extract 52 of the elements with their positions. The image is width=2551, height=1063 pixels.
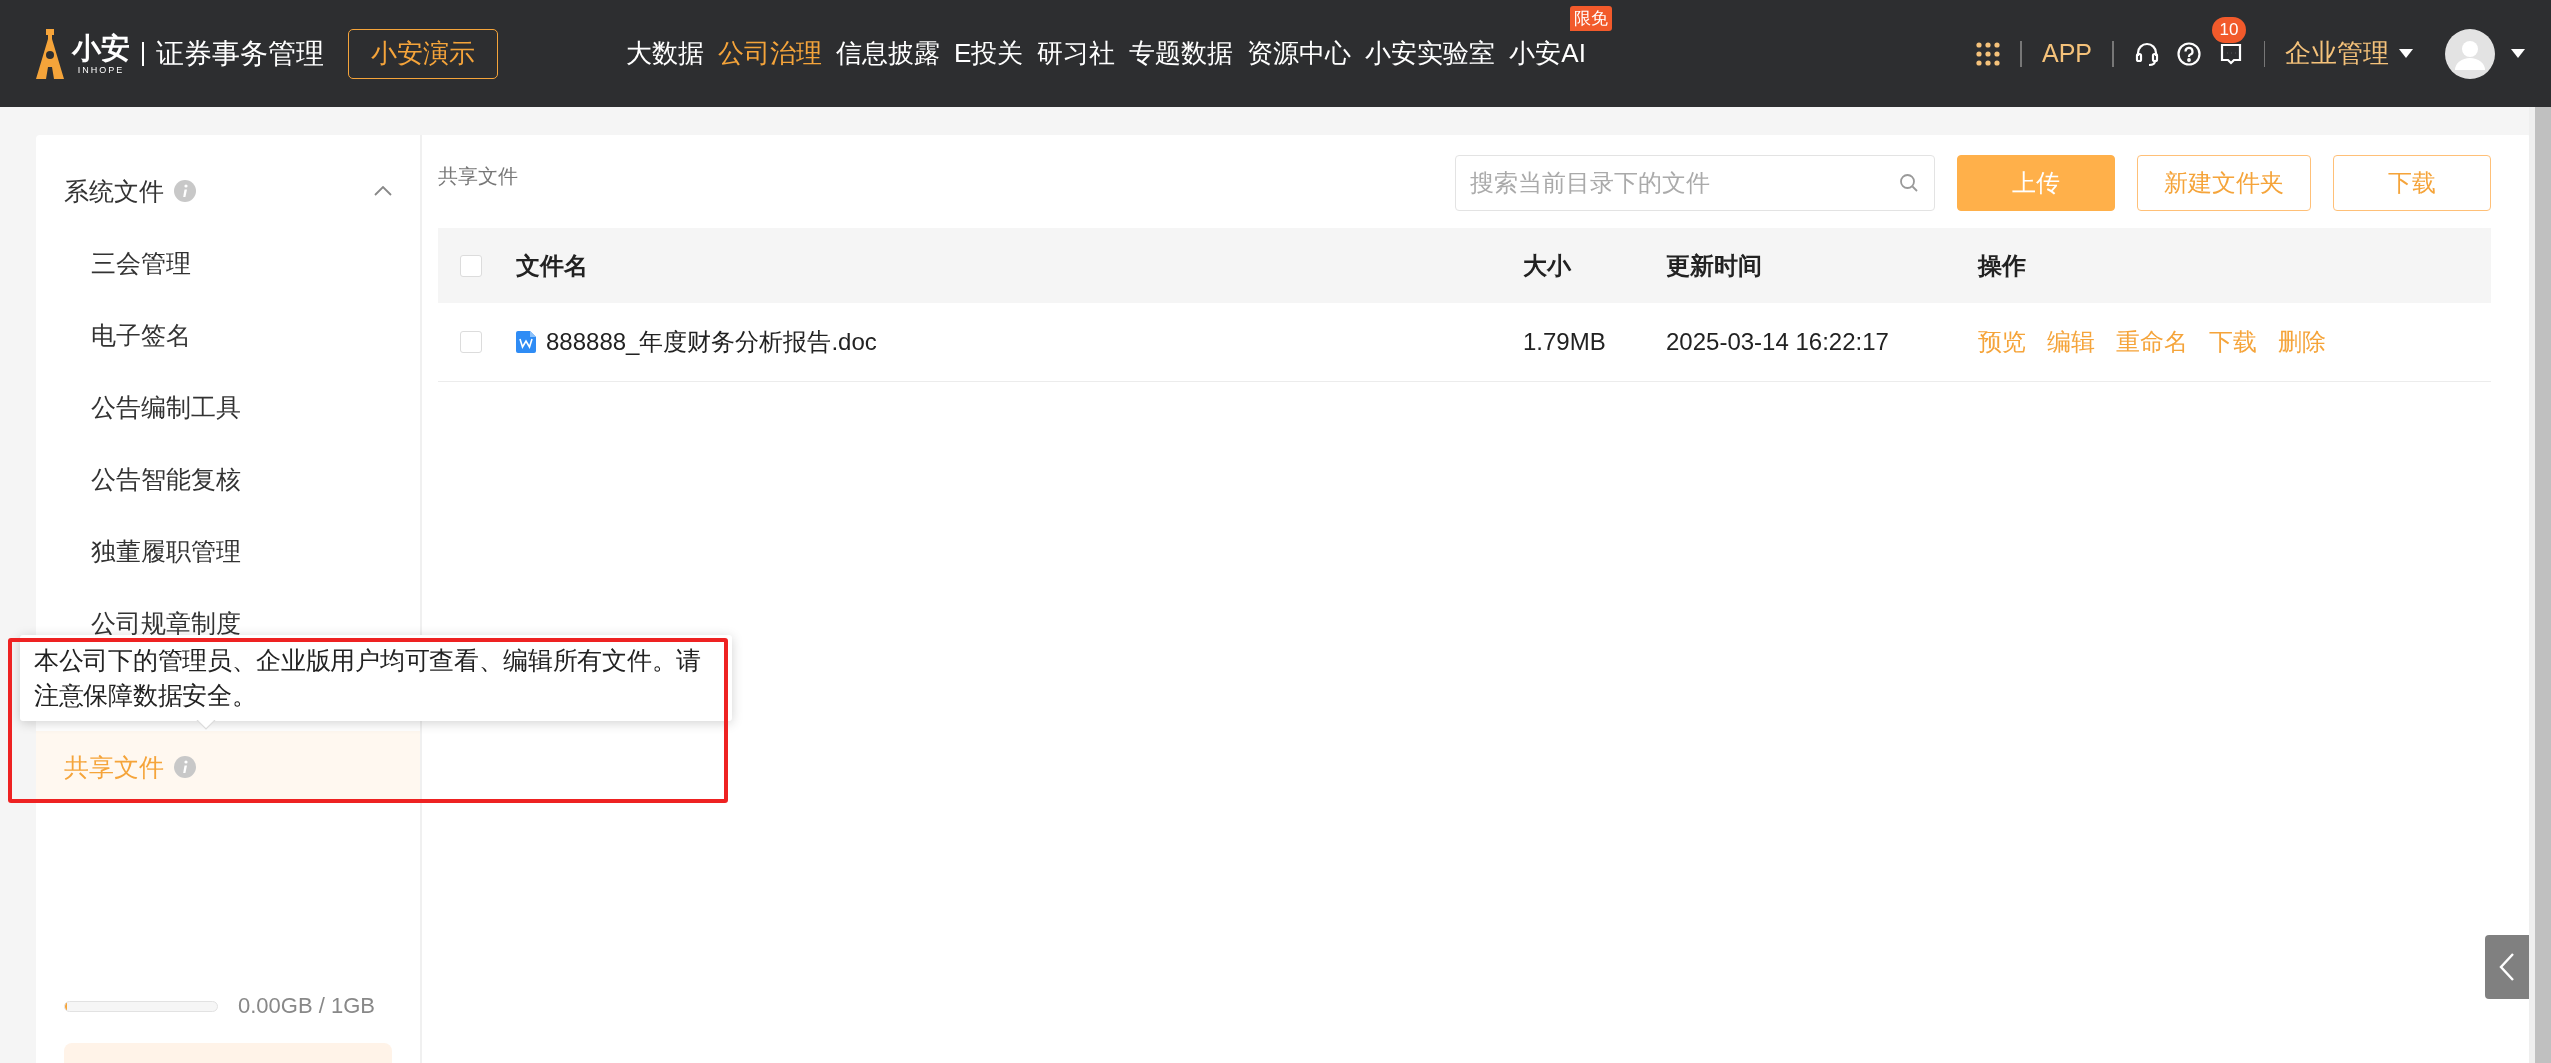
row-checkbox[interactable] <box>460 331 482 353</box>
nav-link[interactable]: 研习社 <box>1037 38 1116 68</box>
nav-link[interactable]: 专题数据 <box>1129 38 1234 68</box>
chevron-icon[interactable] <box>374 186 392 196</box>
scrollbar[interactable] <box>2529 107 2551 1063</box>
file-name[interactable]: 888888_年度财务分析报告.doc <box>546 326 877 358</box>
apps-grid-icon[interactable] <box>1976 41 2001 66</box>
column-header: 更新时间 <box>1666 250 1763 281</box>
caret-icon <box>2511 49 2525 58</box>
product-title: 证券事务管理 <box>156 36 324 71</box>
update-time: 2025-03-14 16:22:17 <box>1666 328 1890 356</box>
search-field[interactable]: 搜索当前目录下的文件 <box>1455 155 1935 211</box>
nav-link[interactable]: 小安AI <box>1509 38 1586 68</box>
nav-link[interactable]: 信息披露 <box>836 38 940 68</box>
caret-icon <box>2399 49 2413 58</box>
word-file-icon <box>516 331 536 353</box>
info-icon <box>174 180 196 202</box>
sidebar-item[interactable]: 公告智能复核 <box>36 443 420 515</box>
tooltip-pointer-icon <box>196 720 216 730</box>
notification-badge: 10 <box>2211 16 2247 43</box>
breadcrumb: 共享文件 <box>438 164 518 189</box>
nav-link[interactable]: 大数据 <box>626 38 704 68</box>
free-badge: 限免 <box>1569 6 1612 31</box>
headset-icon[interactable] <box>2133 40 2160 67</box>
nav-link[interactable]: 公司治理 <box>718 38 822 68</box>
logo-icon <box>36 28 64 79</box>
chevron-left-icon <box>2499 952 2515 982</box>
sidebar-item[interactable]: 公告编制工具 <box>36 371 420 443</box>
logo-subtitle: INHOPE <box>77 63 125 76</box>
logo-name: 小安 <box>72 31 130 64</box>
nav-link[interactable]: E投关 <box>954 38 1024 68</box>
app-link[interactable]: APP <box>2041 39 2092 68</box>
storage-reading: 0.00GB / 1GB <box>238 993 375 1019</box>
help-icon[interactable] <box>2175 40 2202 67</box>
sidebar-item[interactable]: 独董履职管理 <box>36 515 420 587</box>
sidebar-item[interactable]: 三会管理 <box>36 227 420 299</box>
demo-button[interactable]: 小安演示 <box>348 28 498 79</box>
avatar-icon[interactable] <box>2445 28 2495 79</box>
collapse-tab[interactable] <box>2485 935 2529 999</box>
sidebar-section[interactable]: 系统文件 <box>36 155 420 227</box>
org-menu[interactable]: 企业管理 <box>2285 36 2389 71</box>
info-icon <box>174 756 196 778</box>
tooltip: 本公司下的管理员、企业版用户均可查看、编辑所有文件。请注意保障数据安全。 <box>20 635 732 721</box>
nav-link[interactable]: 资源中心 <box>1247 38 1352 68</box>
column-header: 大小 <box>1523 250 1572 281</box>
sidebar-item[interactable]: 电子签名 <box>36 299 420 371</box>
select-all-checkbox[interactable] <box>460 254 482 277</box>
nav-link[interactable]: 小安实验室 <box>1365 38 1496 68</box>
column-header: 文件名 <box>516 250 589 281</box>
column-header: 操作 <box>1978 250 2027 281</box>
search-icon <box>1899 173 1919 193</box>
file-size: 1.79MB <box>1523 328 1607 356</box>
